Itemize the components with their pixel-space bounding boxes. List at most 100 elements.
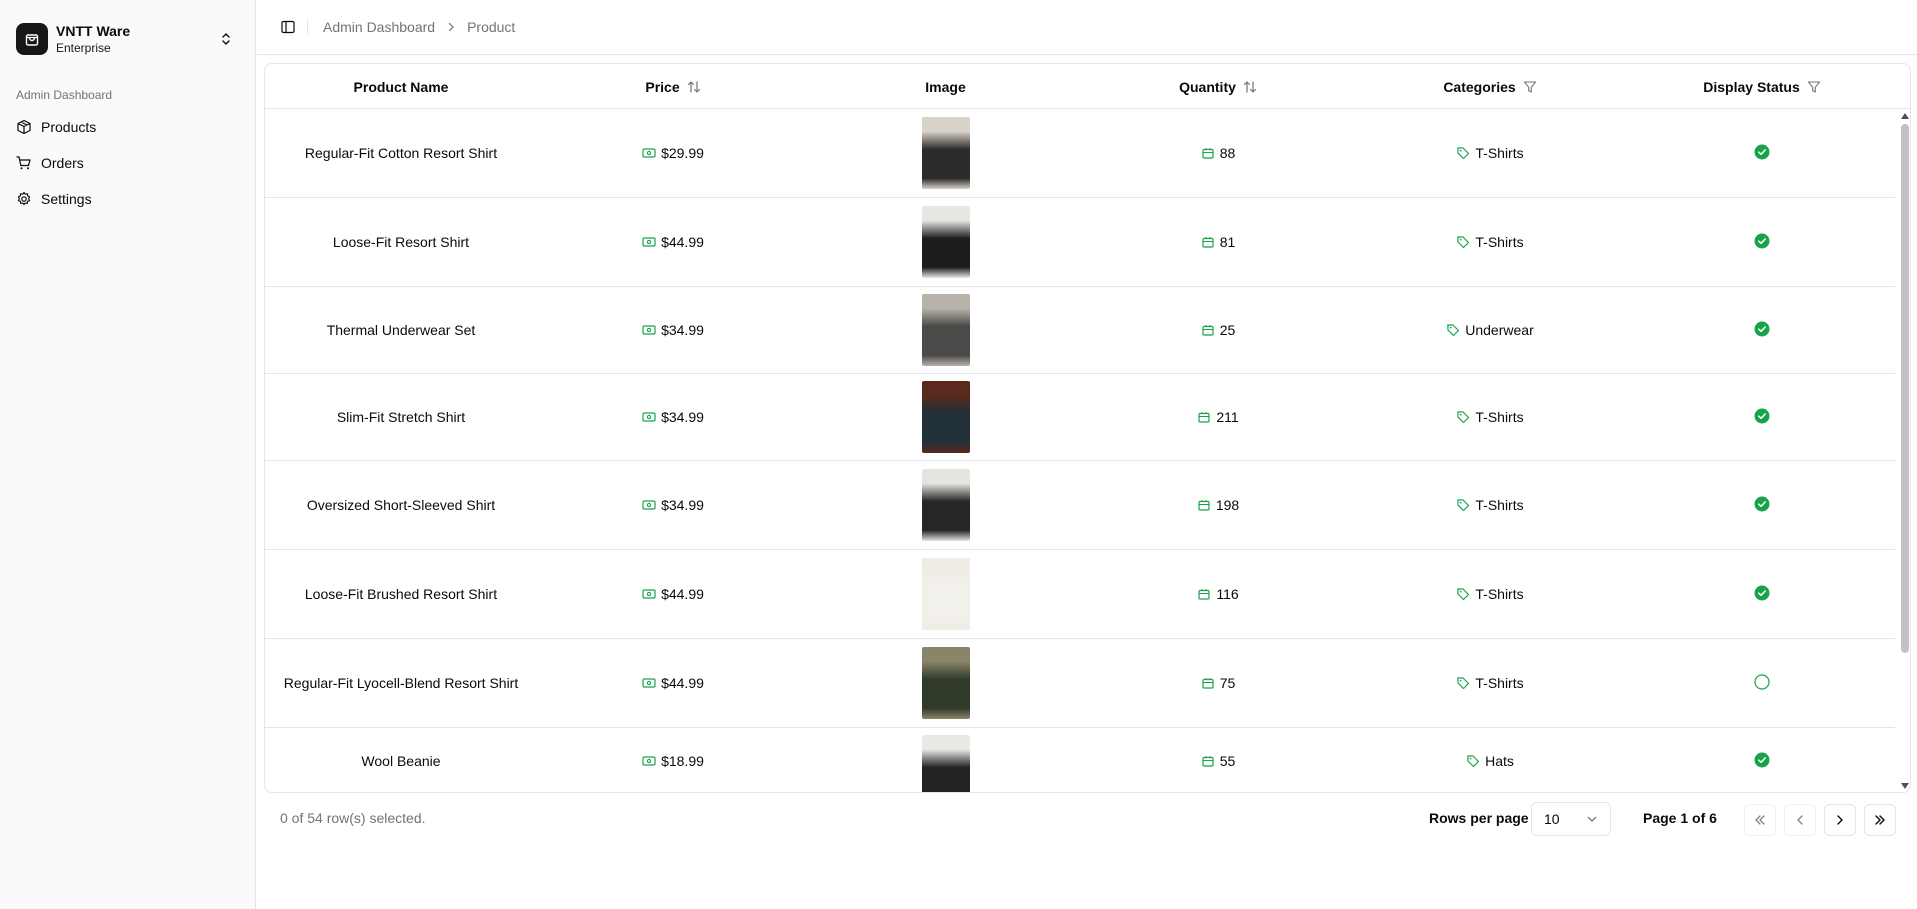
rows-per-page-label: Rows per page xyxy=(1429,810,1529,826)
breadcrumb-link-admin-dashboard[interactable]: Admin Dashboard xyxy=(323,19,435,35)
table-row[interactable]: Slim-Fit Stretch Shirt $34.99 211 T-Shirts xyxy=(265,374,1895,461)
category-value: T-Shirts xyxy=(1475,145,1524,161)
page-indicator: Page 1 of 6 xyxy=(1643,810,1717,826)
banknote-icon xyxy=(642,498,656,512)
check-circle-icon[interactable] xyxy=(1754,752,1770,768)
table-row[interactable]: Regular-Fit Lyocell-Blend Resort Shirt $4… xyxy=(265,639,1895,728)
column-header-categories[interactable]: Categories xyxy=(1354,64,1626,109)
product-thumbnail[interactable] xyxy=(921,117,970,189)
display-status-cell xyxy=(1626,197,1898,285)
product-thumbnail[interactable] xyxy=(921,558,970,630)
product-name-cell: Wool Beanie xyxy=(265,728,537,792)
column-header-display-status[interactable]: Display Status xyxy=(1626,64,1898,109)
category-cell: T-Shirts xyxy=(1354,198,1626,286)
table-row[interactable]: Thermal Underwear Set $34.99 25 Underwear xyxy=(265,287,1895,374)
product-name: Regular-Fit Cotton Resort Shirt xyxy=(304,145,498,161)
price-value: $34.99 xyxy=(661,497,704,513)
sort-icon[interactable] xyxy=(1243,80,1257,94)
table-row[interactable]: Loose-Fit Resort Shirt $44.99 81 T-Shirts xyxy=(265,198,1895,287)
filter-icon[interactable] xyxy=(1807,80,1821,94)
sidebar-item-orders[interactable]: Orders xyxy=(8,147,246,179)
scroll-down-arrow[interactable] xyxy=(1901,783,1909,789)
quantity-cell: 116 xyxy=(1082,550,1354,638)
image-cell xyxy=(809,550,1082,638)
tag-icon xyxy=(1456,676,1470,690)
price-cell: $29.99 xyxy=(537,109,809,197)
check-circle-icon[interactable] xyxy=(1754,496,1770,512)
chevron-right-icon xyxy=(1837,815,1843,825)
column-label: Image xyxy=(925,78,966,95)
category-cell: Underwear xyxy=(1354,287,1626,373)
product-name: Loose-Fit Resort Shirt xyxy=(332,234,470,250)
table-row[interactable]: Regular-Fit Cotton Resort Shirt $29.99 88 T… xyxy=(265,109,1895,198)
quantity-cell: 75 xyxy=(1082,639,1354,727)
banknote-icon xyxy=(642,323,656,337)
previous-page-button[interactable] xyxy=(1784,804,1816,836)
check-circle-icon[interactable] xyxy=(1754,408,1770,424)
tag-icon xyxy=(1456,235,1470,249)
first-page-button[interactable] xyxy=(1744,804,1776,836)
check-circle-icon[interactable] xyxy=(1754,144,1770,160)
product-thumbnail[interactable] xyxy=(921,469,970,541)
page-header: Admin Dashboard Product xyxy=(257,0,1917,55)
table-row[interactable]: Loose-Fit Brushed Resort Shirt $44.99 116 T… xyxy=(265,550,1895,639)
quantity-value: 81 xyxy=(1219,234,1236,250)
tag-icon xyxy=(1466,754,1480,768)
product-name: Wool Beanie xyxy=(361,752,441,769)
last-page-button[interactable] xyxy=(1864,804,1896,836)
image-cell xyxy=(809,728,1082,792)
product-thumbnail[interactable] xyxy=(921,294,970,366)
filter-icon[interactable] xyxy=(1523,80,1537,94)
column-header-quantity[interactable]: Quantity xyxy=(1082,64,1354,109)
box-icon xyxy=(1201,676,1215,690)
column-header-price[interactable]: Price xyxy=(537,64,809,109)
product-thumbnail[interactable] xyxy=(921,206,970,278)
category-cell: T-Shirts xyxy=(1354,109,1626,197)
sidebar: VNTT Ware Enterprise Admin Dashboard Pro… xyxy=(0,0,256,909)
next-page-button[interactable] xyxy=(1824,804,1856,836)
team-switcher[interactable]: VNTT Ware Enterprise xyxy=(8,14,246,64)
box-icon xyxy=(1201,235,1215,249)
check-circle-icon[interactable] xyxy=(1754,233,1770,249)
price-value: $29.99 xyxy=(661,145,704,161)
empty-circle-icon[interactable] xyxy=(1754,674,1770,690)
product-thumbnail[interactable] xyxy=(921,647,970,719)
banknote-icon xyxy=(642,235,656,249)
display-status-cell xyxy=(1626,460,1898,548)
category-value: Hats xyxy=(1485,752,1514,769)
quantity-value: 75 xyxy=(1219,675,1236,691)
category-value: T-Shirts xyxy=(1475,409,1524,425)
display-status-cell xyxy=(1626,286,1898,372)
quantity-cell: 55 xyxy=(1082,728,1354,792)
sidebar-item-settings[interactable]: Settings xyxy=(8,183,246,215)
product-name: Thermal Underwear Set xyxy=(326,322,476,338)
check-circle-icon[interactable] xyxy=(1754,321,1770,337)
category-cell: T-Shirts xyxy=(1354,461,1626,549)
box-icon xyxy=(1201,323,1215,337)
tag-icon xyxy=(1456,587,1470,601)
price-value: $44.99 xyxy=(661,675,704,691)
sidebar-toggle-button[interactable] xyxy=(274,13,302,41)
rows-per-page-select[interactable]: 10 xyxy=(1531,802,1611,836)
check-circle-icon[interactable] xyxy=(1754,585,1770,601)
column-label: Price xyxy=(645,78,680,95)
chevrons-up-down-icon xyxy=(220,31,232,52)
column-header-product-name[interactable]: Product Name xyxy=(265,64,537,109)
box-icon xyxy=(1197,587,1211,601)
sidebar-item-products[interactable]: Products xyxy=(8,111,246,143)
table-row[interactable]: Oversized Short-Sleeved Shirt $34.99 198 T-… xyxy=(265,461,1895,550)
table-row[interactable]: Wool Beanie $18.99 55 Hats xyxy=(265,728,1895,792)
scrollbar-thumb[interactable] xyxy=(1901,124,1909,653)
sidebar-group-label: Admin Dashboard xyxy=(16,88,113,102)
tag-icon xyxy=(1456,146,1470,160)
package-icon xyxy=(16,119,32,135)
price-value: $34.99 xyxy=(661,322,704,338)
sort-icon[interactable] xyxy=(687,80,701,94)
product-thumbnail[interactable] xyxy=(921,735,970,792)
category-value: T-Shirts xyxy=(1475,497,1524,513)
product-name-cell: Thermal Underwear Set xyxy=(265,287,537,373)
table-scrollbar[interactable] xyxy=(1898,109,1910,792)
scroll-up-arrow[interactable] xyxy=(1901,113,1909,119)
product-thumbnail[interactable] xyxy=(921,381,970,453)
team-name: VNTT Ware xyxy=(56,23,131,39)
